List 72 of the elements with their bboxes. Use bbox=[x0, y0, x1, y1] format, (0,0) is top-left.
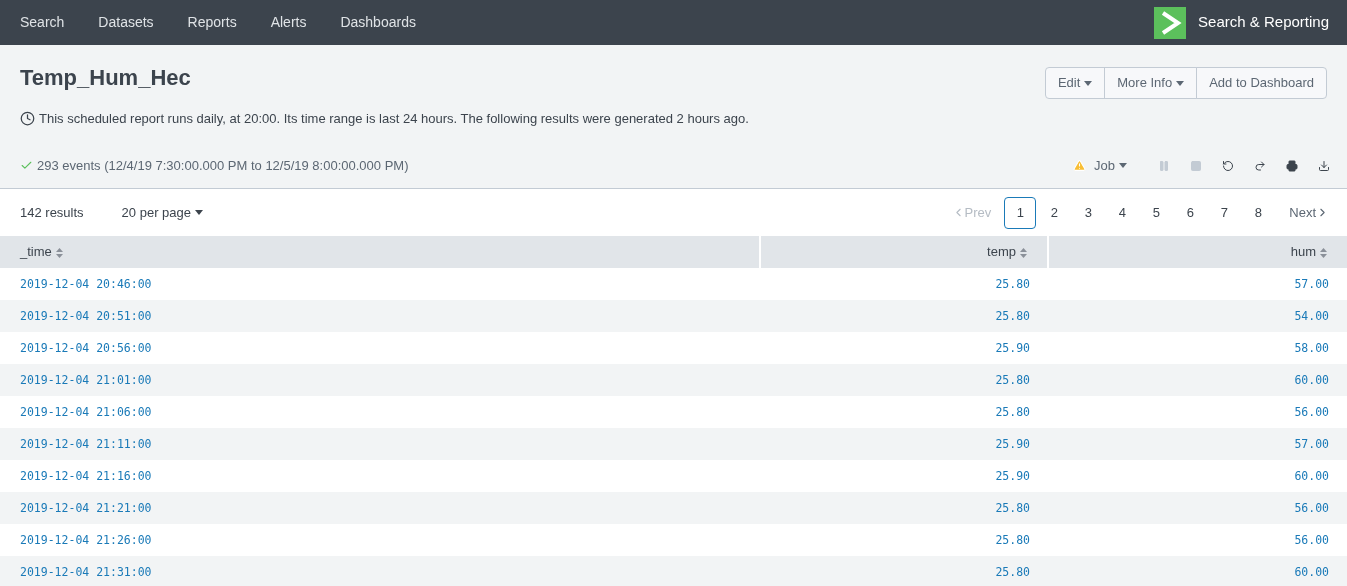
table-cell-link[interactable]: 25.80 bbox=[995, 373, 1030, 388]
page-number[interactable]: 8 bbox=[1242, 196, 1275, 229]
clock-icon bbox=[20, 111, 35, 126]
table-cell-link[interactable]: 2019-12-04 20:56:00 bbox=[20, 341, 152, 356]
nav-link[interactable]: Dashboards bbox=[340, 12, 416, 33]
reload-button[interactable] bbox=[1221, 159, 1235, 172]
table-cell-link[interactable]: 60.00 bbox=[1294, 565, 1329, 580]
table-cell-link[interactable]: 2019-12-04 20:46:00 bbox=[20, 277, 152, 292]
caret-icon bbox=[195, 210, 203, 215]
page-number[interactable]: 5 bbox=[1140, 196, 1173, 229]
table-cell-link[interactable]: 25.80 bbox=[995, 533, 1030, 548]
table-cell-link[interactable]: 25.90 bbox=[995, 341, 1030, 356]
nav-link[interactable]: Reports bbox=[187, 12, 237, 33]
action-button[interactable]: Edit bbox=[1044, 67, 1106, 99]
page-number[interactable]: 4 bbox=[1106, 196, 1139, 229]
check-icon bbox=[20, 159, 33, 172]
job-menu-button[interactable]: Job bbox=[1073, 155, 1127, 176]
next-page-link[interactable]: Next bbox=[1289, 202, 1329, 223]
table-cell-link[interactable]: 2019-12-04 21:26:00 bbox=[20, 533, 152, 548]
page-number[interactable]: 7 bbox=[1208, 196, 1241, 229]
table-cell-link[interactable]: 60.00 bbox=[1294, 469, 1329, 484]
table-cell-link[interactable]: 25.90 bbox=[995, 437, 1030, 452]
table-cell-link[interactable]: 25.80 bbox=[995, 565, 1030, 580]
event-summary: 293 events (12/4/19 7:30:00.000 PM to 12/5/19 8:00:00.000 PM) bbox=[37, 156, 409, 175]
schedule-description: This scheduled report runs daily, at 20:00. Its time range is last 24 hours. The following results were generated 2 hours ago. bbox=[39, 109, 749, 128]
warning-icon bbox=[1073, 159, 1087, 172]
sort-icon bbox=[55, 247, 63, 258]
download-button[interactable] bbox=[1317, 159, 1331, 172]
table-cell-link[interactable]: 2019-12-04 21:21:00 bbox=[20, 501, 152, 516]
table-cell-link[interactable]: 2019-12-04 20:51:00 bbox=[20, 309, 152, 324]
table-cell-link[interactable]: 2019-12-04 21:06:00 bbox=[20, 405, 152, 420]
column-header[interactable]: _time bbox=[0, 236, 760, 268]
action-button[interactable]: Add to Dashboard bbox=[1196, 67, 1327, 99]
table-cell-link[interactable]: 25.80 bbox=[995, 501, 1030, 516]
nav-link[interactable]: Alerts bbox=[270, 12, 307, 33]
app-name: Search & Reporting bbox=[1198, 12, 1329, 33]
sort-icon bbox=[1320, 247, 1327, 258]
page-number[interactable]: 1 bbox=[1004, 196, 1037, 229]
table-cell-link[interactable]: 2019-12-04 21:11:00 bbox=[20, 437, 152, 452]
table-cell-link[interactable]: 58.00 bbox=[1294, 341, 1329, 356]
table-cell-link[interactable]: 56.00 bbox=[1294, 501, 1329, 516]
report-title: Temp_Hum_Hec bbox=[20, 64, 192, 92]
table-cell-link[interactable]: 25.80 bbox=[995, 277, 1030, 292]
table-cell-link[interactable]: 60.00 bbox=[1294, 373, 1329, 388]
caret-icon bbox=[1176, 80, 1185, 86]
action-button[interactable]: More Info bbox=[1104, 67, 1198, 99]
sort-icon bbox=[1020, 247, 1027, 258]
column-header[interactable]: hum bbox=[1048, 236, 1347, 268]
nav-link[interactable]: Datasets bbox=[98, 12, 154, 33]
table-cell-link[interactable]: 25.80 bbox=[995, 309, 1030, 324]
results-count: 142 results bbox=[20, 203, 84, 222]
table-cell-link[interactable]: 2019-12-04 21:16:00 bbox=[20, 469, 152, 484]
table-cell-link[interactable]: 25.80 bbox=[995, 405, 1030, 420]
table-cell-link[interactable]: 57.00 bbox=[1294, 277, 1329, 292]
print-button[interactable] bbox=[1285, 159, 1299, 172]
table-cell-link[interactable]: 2019-12-04 21:01:00 bbox=[20, 373, 152, 388]
table-cell-link[interactable]: 25.90 bbox=[995, 469, 1030, 484]
app-logo-icon bbox=[1154, 6, 1187, 39]
nav-link[interactable]: Search bbox=[20, 12, 65, 33]
caret-icon bbox=[1119, 163, 1127, 168]
table-cell-link[interactable]: 56.00 bbox=[1294, 533, 1329, 548]
table-cell-link[interactable]: 2019-12-04 21:31:00 bbox=[20, 565, 152, 580]
page-number[interactable]: 2 bbox=[1038, 196, 1071, 229]
table-cell-link[interactable]: 54.00 bbox=[1294, 309, 1329, 324]
table-cell-link[interactable]: 56.00 bbox=[1294, 405, 1329, 420]
share-arrow-button[interactable] bbox=[1253, 159, 1267, 172]
table-cell-link[interactable]: 57.00 bbox=[1294, 437, 1329, 452]
page-number[interactable]: 3 bbox=[1072, 196, 1105, 229]
column-header[interactable]: temp bbox=[760, 236, 1048, 268]
page-number[interactable]: 6 bbox=[1174, 196, 1207, 229]
per-page-dropdown[interactable]: 20 per page bbox=[121, 202, 203, 223]
caret-icon bbox=[1084, 80, 1093, 86]
